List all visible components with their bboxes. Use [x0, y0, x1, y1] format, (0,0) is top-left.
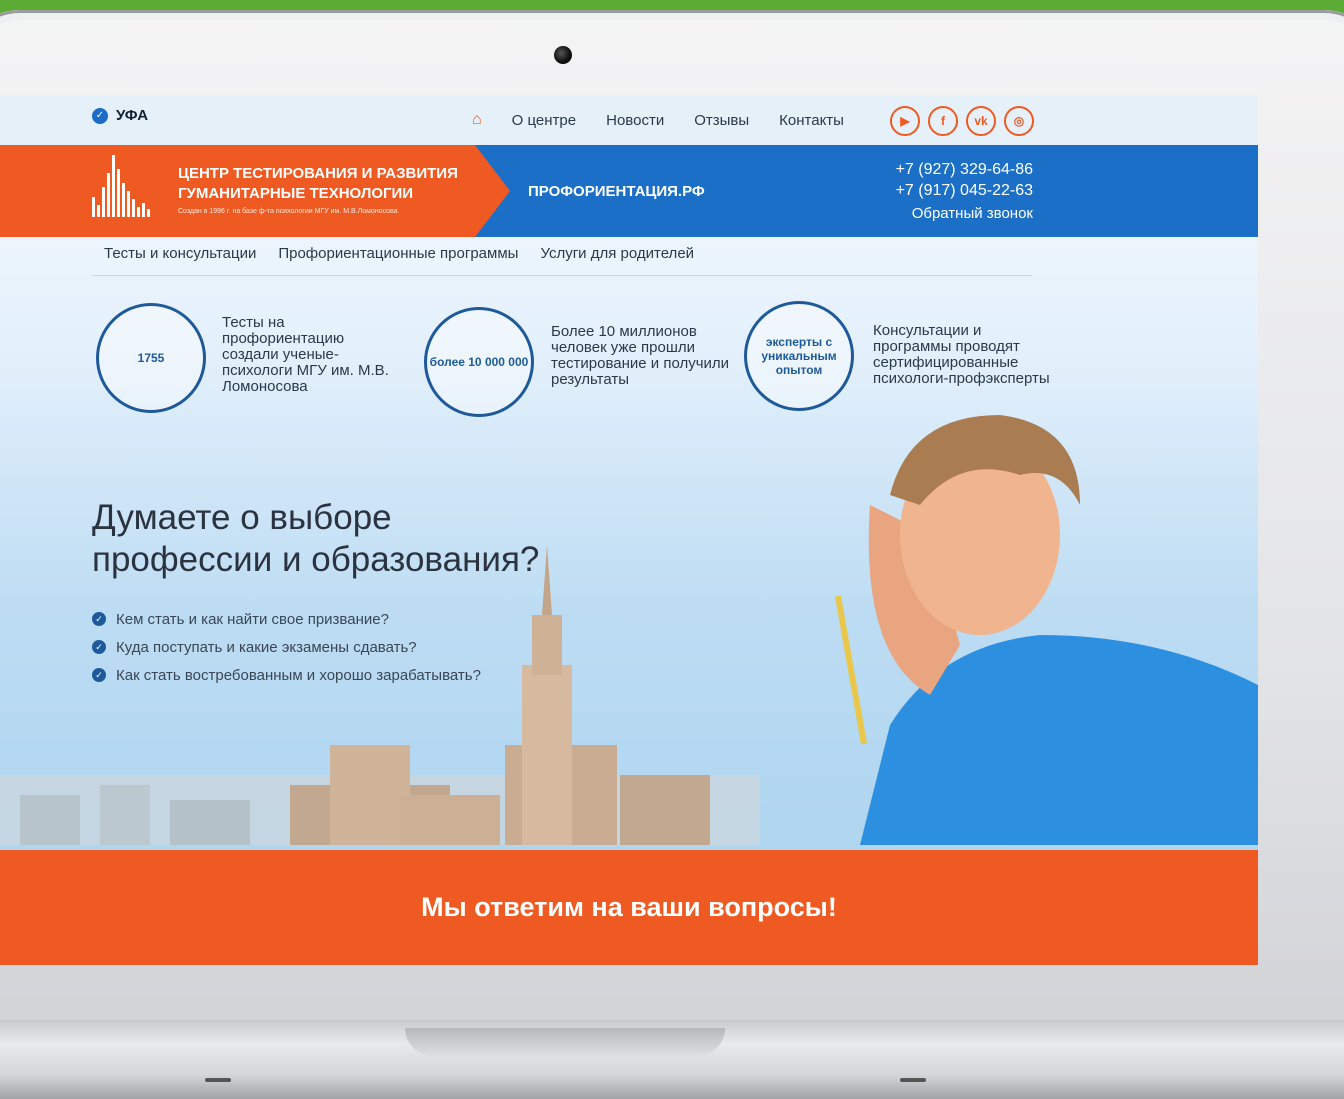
list-item: ✓ Как стать востребованным и хорошо зараб… — [92, 661, 481, 689]
cta-section: Мы ответим на ваши вопросы! — [0, 850, 1258, 965]
brand-subtitle: ГУМАНИТАРНЫЕ ТЕХНОЛОГИИ — [178, 185, 414, 202]
list-item: ✓ Куда поступать и какие экзамены сдавать… — [92, 633, 481, 661]
stamp-text: более 10 000 000 — [429, 355, 529, 369]
top-nav: ⌂ О центре Новости Отзывы Контакты — [472, 111, 844, 129]
subnav-parents[interactable]: Услуги для родителей — [540, 245, 694, 262]
laptop-foot — [900, 1078, 926, 1082]
hero-checklist: ✓ Кем стать и как найти свое призвание? ✓… — [92, 605, 481, 689]
hero-headline: Думаете о выборе профессии и образования… — [92, 498, 540, 579]
list-item: ✓ Кем стать и как найти свое призвание? — [92, 605, 481, 633]
cta-heading: Мы ответим на ваши вопросы! — [421, 892, 837, 922]
logo-icon[interactable] — [92, 153, 164, 217]
brand-title: ЦЕНТР ТЕСТИРОВАНИЯ И РАЗВИТИЯ — [178, 165, 458, 182]
moscow-university-skyline — [0, 545, 760, 845]
phone-numbers: +7 (927) 329-64-86 +7 (917) 045-22-63 — [891, 159, 1033, 201]
nav-link-news[interactable]: Новости — [606, 112, 664, 129]
bullet-text: Куда поступать и какие экзамены сдавать? — [116, 638, 417, 656]
city-selector[interactable]: ✓ УФА — [92, 107, 148, 124]
subnav-tests[interactable]: Тесты и консультации — [104, 245, 256, 262]
subnav-programs[interactable]: Профориентационные программы — [278, 245, 518, 262]
callback-link[interactable]: Обратный звонок — [891, 205, 1033, 222]
banner-orange: ЦЕНТР ТЕСТИРОВАНИЯ И РАЗВИТИЯ ГУМАНИТАРН… — [0, 145, 510, 237]
msu-emblem-icon: 1755 — [96, 303, 206, 413]
youtube-icon[interactable]: ▶ — [890, 106, 920, 136]
check-icon: ✓ — [92, 640, 106, 654]
top-bar: ✓ УФА ⌂ О центре Новости Отзывы Контакты… — [0, 95, 1258, 145]
city-name: УФА — [116, 107, 149, 124]
social-links: ▶ f vk ◎ — [890, 106, 1034, 136]
nav-link-about[interactable]: О центре — [512, 112, 576, 129]
phone-2[interactable]: +7 (917) 045-22-63 — [891, 180, 1033, 201]
bullet-text: Кем стать и как найти свое призвание? — [116, 610, 389, 628]
laptop-notch — [405, 1028, 725, 1056]
instagram-icon[interactable]: ◎ — [1004, 106, 1034, 136]
secondary-nav: Тесты и консультации Профориентационные … — [104, 245, 694, 262]
webcam — [554, 46, 572, 64]
thumbs-up-seal-icon: эксперты с уникальным опытом — [744, 301, 854, 411]
stamp-icon: более 10 000 000 — [424, 307, 534, 417]
phone-1[interactable]: +7 (927) 329-64-86 — [891, 159, 1033, 180]
site-name[interactable]: ПРОФОРИЕНТАЦИЯ.РФ — [528, 183, 705, 200]
laptop-foot — [205, 1078, 231, 1082]
check-icon: ✓ — [92, 612, 106, 626]
seal-text: эксперты с уникальным опытом — [761, 335, 837, 377]
check-icon: ✓ — [92, 668, 106, 682]
chevron-down-icon: ✓ — [92, 107, 108, 124]
feature-1-text: Тесты на профориентацию создали ученые-п… — [222, 314, 389, 395]
website-screen: ✓ УФА ⌂ О центре Новости Отзывы Контакты… — [0, 95, 1258, 965]
feature-2-text: Более 10 миллионов человек уже прошли те… — [551, 323, 730, 388]
feature-3-text: Консультации и программы проводят сертиф… — [873, 322, 1050, 387]
emblem-year: 1755 — [137, 351, 165, 365]
facebook-icon[interactable]: f — [928, 106, 958, 136]
student-photo — [835, 415, 1258, 845]
home-icon[interactable]: ⌂ — [472, 111, 482, 129]
nav-link-contacts[interactable]: Контакты — [779, 112, 844, 129]
nav-link-reviews[interactable]: Отзывы — [694, 112, 749, 129]
divider — [92, 275, 1032, 276]
brand-tagline: Создан в 1996 г. на базе ф-та психологии… — [178, 208, 398, 215]
vk-icon[interactable]: vk — [966, 106, 996, 136]
bullet-text: Как стать востребованным и хорошо зараба… — [116, 666, 481, 684]
